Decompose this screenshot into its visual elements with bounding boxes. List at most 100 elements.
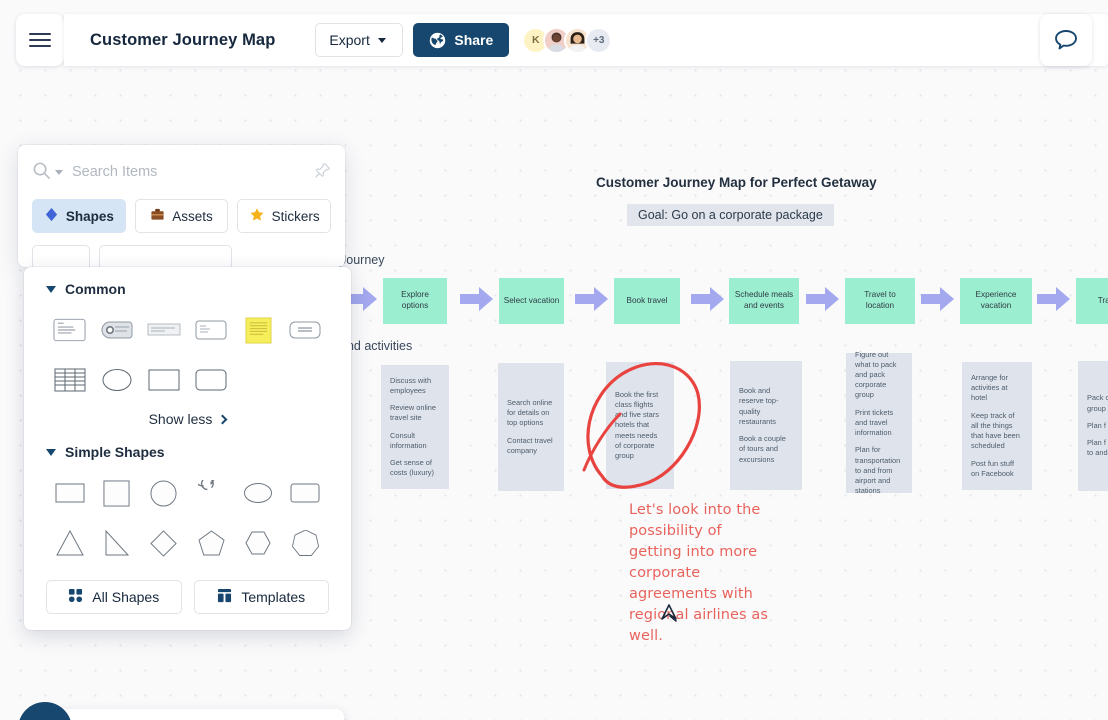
share-button[interactable]: Share — [413, 23, 510, 57]
tab-assets-label: Assets — [172, 208, 213, 224]
flow-arrow[interactable] — [575, 286, 609, 312]
templates-button[interactable]: Templates — [193, 580, 329, 614]
activity-item: Search online for details on top options — [507, 397, 553, 428]
journey-stage[interactable]: Travel to location — [845, 278, 915, 324]
shape-rectangle-shape[interactable] — [48, 472, 92, 514]
journey-stage[interactable]: Book travel — [614, 278, 680, 324]
flow-arrow[interactable] — [921, 286, 955, 312]
briefcase-icon — [150, 207, 165, 225]
collaborator-avatars[interactable]: K +3 — [522, 26, 613, 54]
shape-rounded-label-shape[interactable] — [283, 309, 327, 351]
flow-arrow[interactable] — [1037, 286, 1071, 312]
tab-assets[interactable]: Assets — [134, 199, 229, 233]
activity-item: Consult information — [390, 430, 427, 450]
shape-tag-shape[interactable] — [95, 309, 139, 351]
activity-item: Book the first class flights and five st… — [615, 389, 659, 461]
activity-item: Plan f transp to and airpor — [1087, 438, 1108, 458]
simple-shape-grid — [24, 472, 351, 564]
board-goal[interactable]: Goal: Go on a corporate package — [627, 204, 834, 226]
panel-tabs: Shapes Assets Stickers — [18, 199, 345, 245]
flow-arrow[interactable] — [691, 286, 725, 312]
activity-card[interactable]: Book the first class flights and five st… — [606, 362, 674, 489]
shape-ellipse-shape[interactable] — [95, 359, 139, 401]
activity-item: Review online travel site — [390, 403, 437, 423]
shape-pentagon-shape[interactable] — [189, 522, 233, 564]
flow-arrow[interactable] — [806, 286, 840, 312]
shape-hexagon-shape[interactable] — [236, 522, 280, 564]
row-label-journey: Journey — [340, 253, 385, 267]
tab-stickers-label: Stickers — [271, 208, 320, 224]
panel-subtabs — [18, 245, 345, 267]
avatar-overflow-count[interactable]: +3 — [585, 26, 613, 54]
journey-stage[interactable]: Schedule meals and events — [729, 278, 799, 324]
pen-cursor-icon — [661, 604, 677, 622]
activity-card[interactable]: Search online for details on top options… — [498, 363, 564, 491]
grid-icon — [68, 588, 83, 606]
subtab-1[interactable] — [32, 245, 90, 267]
journey-stage[interactable]: Explore options — [383, 278, 447, 324]
journey-stage[interactable]: Trave — [1076, 278, 1108, 324]
flow-arrow[interactable] — [460, 286, 494, 312]
handwritten-annotation[interactable]: Let's look into the possibility of getti… — [629, 500, 769, 647]
journey-stage-label: Travel to location — [864, 290, 896, 310]
activity-item: Get sense of costs (luxury) — [390, 457, 434, 478]
search-input[interactable] — [72, 164, 331, 180]
common-shape-grid — [24, 309, 351, 401]
section-header-simple-shapes[interactable]: Simple Shapes — [24, 444, 351, 460]
search-filter-chevron-icon[interactable] — [55, 169, 63, 175]
shape-triangle-shape[interactable] — [48, 522, 92, 564]
shape-sticky-note-shape[interactable] — [236, 309, 280, 351]
tab-shapes-label: Shapes — [65, 208, 114, 224]
show-less-button[interactable]: Show less — [24, 411, 351, 427]
journey-stage[interactable]: Select vacation — [499, 278, 564, 324]
tab-stickers[interactable]: Stickers — [237, 199, 332, 233]
search-icon — [32, 161, 51, 183]
pin-icon[interactable] — [314, 162, 331, 182]
journey-stage[interactable]: Experience vacation — [960, 278, 1032, 324]
shape-rounded-rectangle-shape[interactable] — [283, 472, 327, 514]
comment-button[interactable] — [1040, 14, 1092, 66]
activity-card[interactable]: Figure out what to pack and pack corpora… — [846, 349, 912, 496]
activity-item: Book and reserve top-quality restaurants — [739, 386, 779, 426]
export-button[interactable]: Export — [315, 23, 404, 57]
board-title: Customer Journey Map for Perfect Getaway — [596, 175, 877, 190]
chevron-down-icon — [377, 37, 386, 43]
activity-item: Print tickets and travel information — [855, 407, 894, 438]
all-shapes-label: All Shapes — [92, 589, 160, 605]
section-header-common[interactable]: Common — [24, 281, 351, 297]
all-shapes-button[interactable]: All Shapes — [46, 580, 182, 614]
activity-item: Arrange for activities at hotel — [971, 373, 1008, 403]
shape-heptagon-shape[interactable] — [283, 522, 327, 564]
export-label: Export — [329, 32, 370, 48]
activity-card[interactable]: Pack corpo group Plan f and m Plan f trans… — [1078, 361, 1108, 491]
comment-bubble-icon — [1055, 30, 1077, 50]
activity-item: Figure out what to pack and pack corpora… — [855, 349, 897, 400]
shapes-dropdown: Common Show less Simple Shapes All Shape… — [24, 267, 351, 630]
shape-arc-shape[interactable] — [189, 472, 233, 514]
shape-square-shape[interactable] — [95, 472, 139, 514]
document-title[interactable]: Customer Journey Map — [90, 31, 275, 50]
shape-banner-shape[interactable] — [142, 309, 186, 351]
tab-shapes[interactable]: Shapes — [32, 199, 126, 233]
activity-card[interactable]: Discuss with employees Review online trav… — [381, 365, 449, 489]
templates-label: Templates — [241, 589, 306, 605]
activity-item: Plan for transportation to and from airp… — [855, 445, 901, 496]
shape-table-shape[interactable] — [48, 359, 92, 401]
shape-rectangle-shape[interactable] — [142, 359, 186, 401]
search-row — [18, 145, 345, 199]
shape-note-small-shape[interactable] — [189, 309, 233, 351]
hamburger-menu-button[interactable] — [16, 14, 64, 66]
journey-stage-label: Explore options — [401, 290, 429, 310]
shape-diamond-shape[interactable] — [142, 522, 186, 564]
activity-card[interactable]: Arrange for activities at hotel Keep trac… — [962, 362, 1032, 490]
section-title-simple-shapes: Simple Shapes — [65, 444, 165, 460]
shape-rounded-rectangle-shape[interactable] — [189, 359, 233, 401]
shape-right-triangle-shape[interactable] — [95, 522, 139, 564]
show-less-label: Show less — [148, 411, 213, 427]
template-icon — [217, 588, 232, 606]
shape-circle-shape[interactable] — [142, 472, 186, 514]
subtab-2[interactable] — [99, 245, 232, 267]
shape-card-shape[interactable] — [48, 309, 92, 351]
activity-card[interactable]: Book and reserve top-quality restaurants… — [730, 361, 802, 490]
shape-ellipse-shape[interactable] — [236, 472, 280, 514]
